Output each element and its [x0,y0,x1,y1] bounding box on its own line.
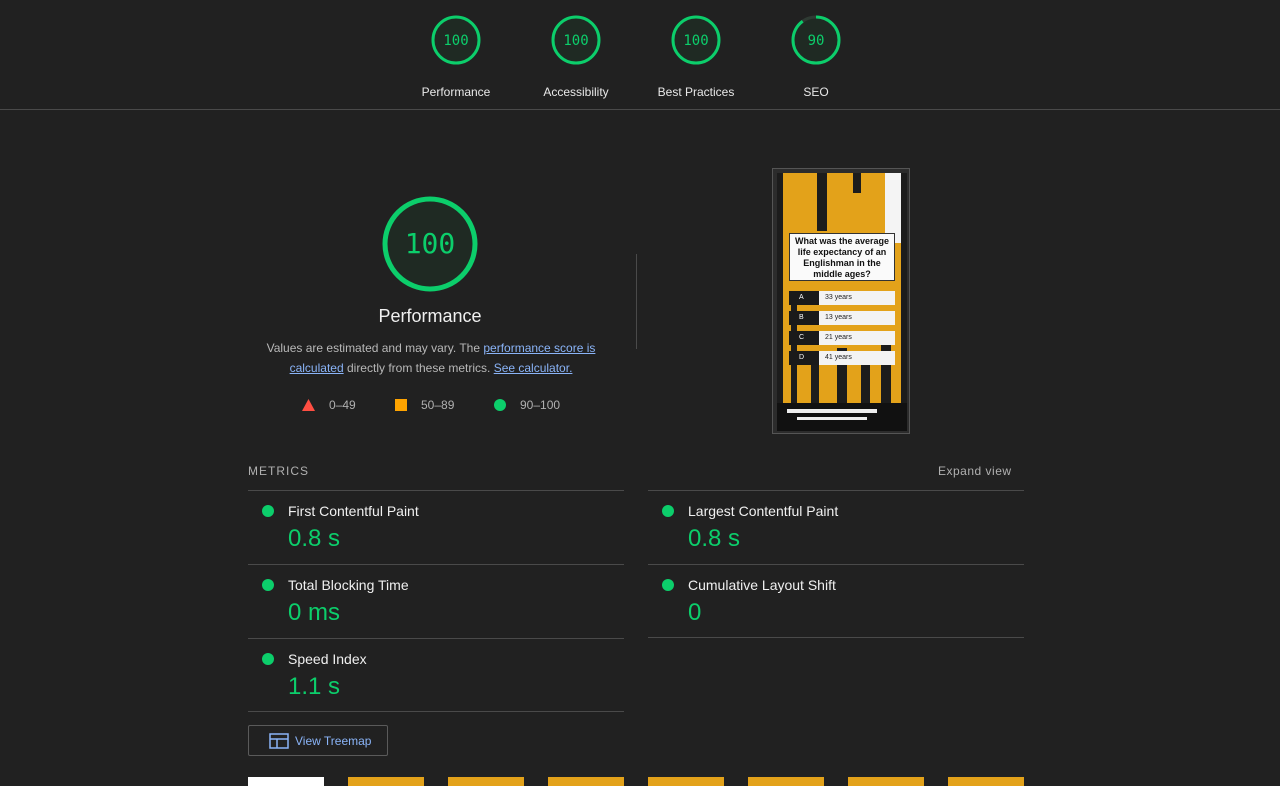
screenshot-image: What was the average life expectancy of … [777,173,907,431]
circle-icon [494,399,506,411]
gauge-ring: 100 [431,15,481,65]
pass-circle-icon [262,653,274,665]
gauge-label: Performance [421,85,491,99]
legend-pass: 90–100 [494,398,560,412]
gauge-score: 100 [683,33,708,49]
see-calculator-link[interactable]: See calculator. [494,361,573,375]
pass-circle-icon [662,579,674,591]
filmstrip-frame [648,777,724,786]
gauge-score: 100 [563,33,588,49]
quiz-answer: D 41 years [789,351,895,365]
metric-value: 0 [688,599,702,626]
metric-first-contentful-paint: First Contentful Paint 0.8 s [248,490,624,564]
view-treemap-button[interactable]: View Treemap [248,725,388,756]
metric-name: Total Blocking Time [288,577,409,593]
gauge-label: Best Practices [657,85,735,99]
gauge-performance[interactable]: 100 Performance [401,14,511,99]
filmstrip-frame [248,777,324,786]
metric-name: Speed Index [288,651,367,667]
desc-text: directly from these metrics. [343,361,494,375]
metric-name: Largest Contentful Paint [688,503,839,519]
quiz-question: What was the average life expectancy of … [789,233,895,281]
expand-view-toggle[interactable]: Expand view [938,464,1012,478]
filmstrip-frame [348,777,424,786]
divider [648,637,1024,638]
pass-circle-icon [662,505,674,517]
divider [248,711,624,712]
gauge-ring: 100 [671,15,721,65]
performance-description: Values are estimated and may vary. The p… [256,338,606,378]
quiz-answer: B 13 years [789,311,895,325]
square-icon [395,399,407,411]
metric-name: First Contentful Paint [288,503,419,519]
metric-name: Cumulative Layout Shift [688,577,836,593]
performance-title: Performance [378,306,482,326]
gauge-label: SEO [803,85,829,99]
gauge-label: Accessibility [543,85,609,99]
filmstrip-frame [548,777,624,786]
gauge-score: 100 [443,33,468,49]
gauge-ring: 100 [551,15,601,65]
metric-value: 1.1 s [288,673,341,700]
gauge-ring: 90 [791,15,841,65]
metric-value: 0 ms [288,599,341,626]
legend-label: 50–89 [421,398,455,412]
view-treemap-label: View Treemap [295,733,372,748]
performance-gauge: 100 [382,196,478,292]
treemap-icon [269,732,289,749]
pass-circle-icon [262,505,274,517]
gauge-accessibility[interactable]: 100 Accessibility [521,14,631,99]
metric-largest-contentful-paint: Largest Contentful Paint 0.8 s [648,490,1024,564]
metrics-heading: METRICS [248,464,309,478]
gauge-best-practices[interactable]: 100 Best Practices [641,14,751,99]
quiz-answer: C 21 years [789,331,895,345]
quiz-answer: A 33 years [789,291,895,305]
triangle-icon [302,399,315,411]
metric-value: 0.8 s [288,525,341,552]
performance-score: 100 [405,227,456,260]
legend-label: 0–49 [329,398,356,412]
category-summary-bar: 100 Performance 100 Accessibility 100 Be… [0,0,1280,110]
performance-gauge-block: 100 Performance [248,194,612,327]
final-screenshot[interactable]: What was the average life expectancy of … [772,168,910,434]
metric-total-blocking-time: Total Blocking Time 0 ms [248,564,624,638]
filmstrip-frame [848,777,924,786]
legend-average: 50–89 [395,398,454,412]
pass-circle-icon [262,579,274,591]
filmstrip-frame [448,777,524,786]
filmstrip-frame [948,777,1024,786]
legend-label: 90–100 [520,398,561,412]
gauge-score: 90 [808,33,825,49]
metric-cumulative-layout-shift: Cumulative Layout Shift 0 [648,564,1024,638]
legend-fail: 0–49 [302,398,356,412]
metric-value: 0.8 s [688,525,741,552]
metric-speed-index: Speed Index 1.1 s [248,638,624,712]
desc-text: Values are estimated and may vary. The [266,341,484,355]
filmstrip-frame [748,777,824,786]
divider [636,254,637,349]
gauge-seo[interactable]: 90 SEO [761,14,871,99]
